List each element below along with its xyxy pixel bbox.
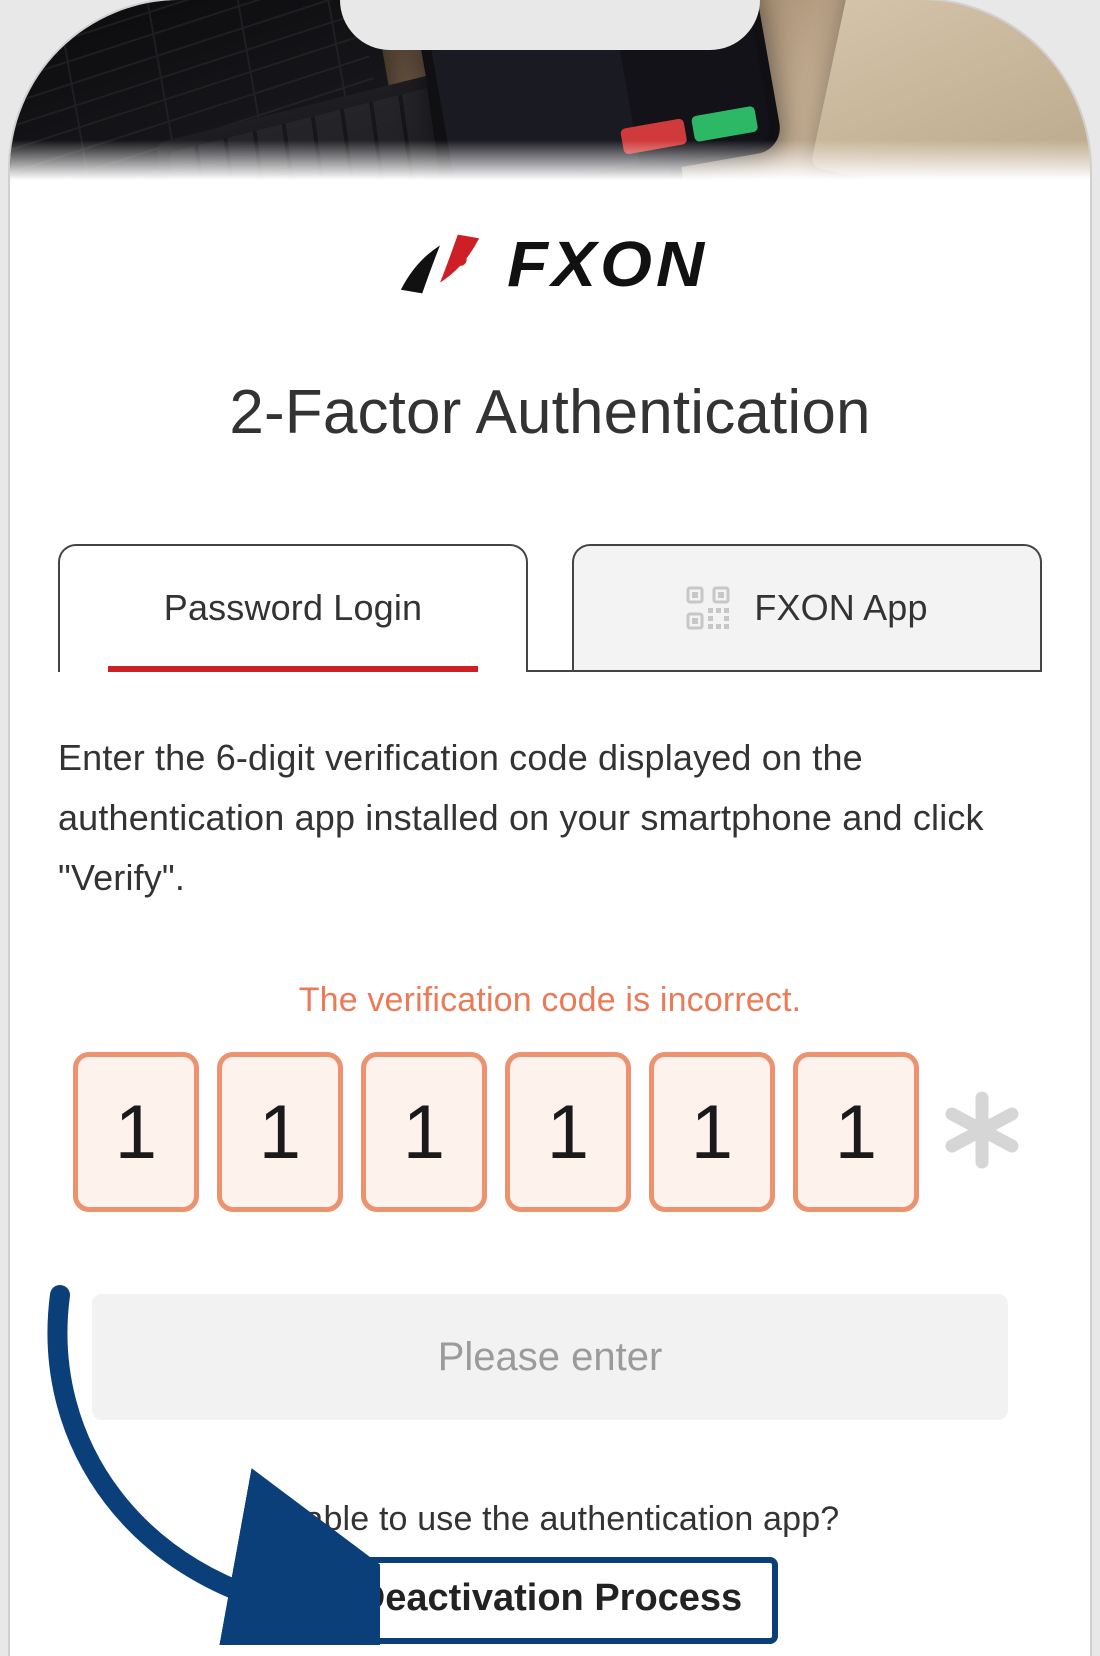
asterisk-icon xyxy=(937,1090,1027,1175)
code-digit-5[interactable]: 1 xyxy=(649,1052,775,1212)
brand-mark-icon xyxy=(395,224,485,304)
qr-icon xyxy=(686,586,730,630)
hero-banner xyxy=(10,0,1090,180)
auth-app-question: Unable to use the authentication app? xyxy=(10,1500,1090,1539)
verification-code-input: 1 1 1 1 1 1 xyxy=(10,1052,1090,1212)
code-digit-3[interactable]: 1 xyxy=(361,1052,487,1212)
tab-label: Password Login xyxy=(164,587,422,629)
error-message: The verification code is incorrect. xyxy=(10,981,1090,1020)
brand-logo: FXON xyxy=(10,224,1090,309)
verify-button[interactable]: Please enter xyxy=(92,1294,1008,1420)
instruction-text: Enter the 6-digit verification code disp… xyxy=(58,728,1042,907)
phone-frame: FXON 2-Factor Authentication Password Lo… xyxy=(10,0,1090,1656)
page-title: 2-Factor Authentication xyxy=(10,377,1090,448)
code-digit-4[interactable]: 1 xyxy=(505,1052,631,1212)
brand-name: FXON xyxy=(508,227,709,301)
code-digit-1[interactable]: 1 xyxy=(73,1052,199,1212)
tab-label: FXON App xyxy=(754,587,927,629)
code-digit-2[interactable]: 1 xyxy=(217,1052,343,1212)
device-notch xyxy=(340,0,760,50)
tab-password-login[interactable]: Password Login xyxy=(58,544,528,670)
deactivation-process-button[interactable]: Deactivation Process xyxy=(322,1557,778,1644)
tab-fxon-app[interactable]: FXON App xyxy=(572,544,1042,670)
login-method-tabs: Password Login xyxy=(58,544,1042,672)
code-digit-6[interactable]: 1 xyxy=(793,1052,919,1212)
